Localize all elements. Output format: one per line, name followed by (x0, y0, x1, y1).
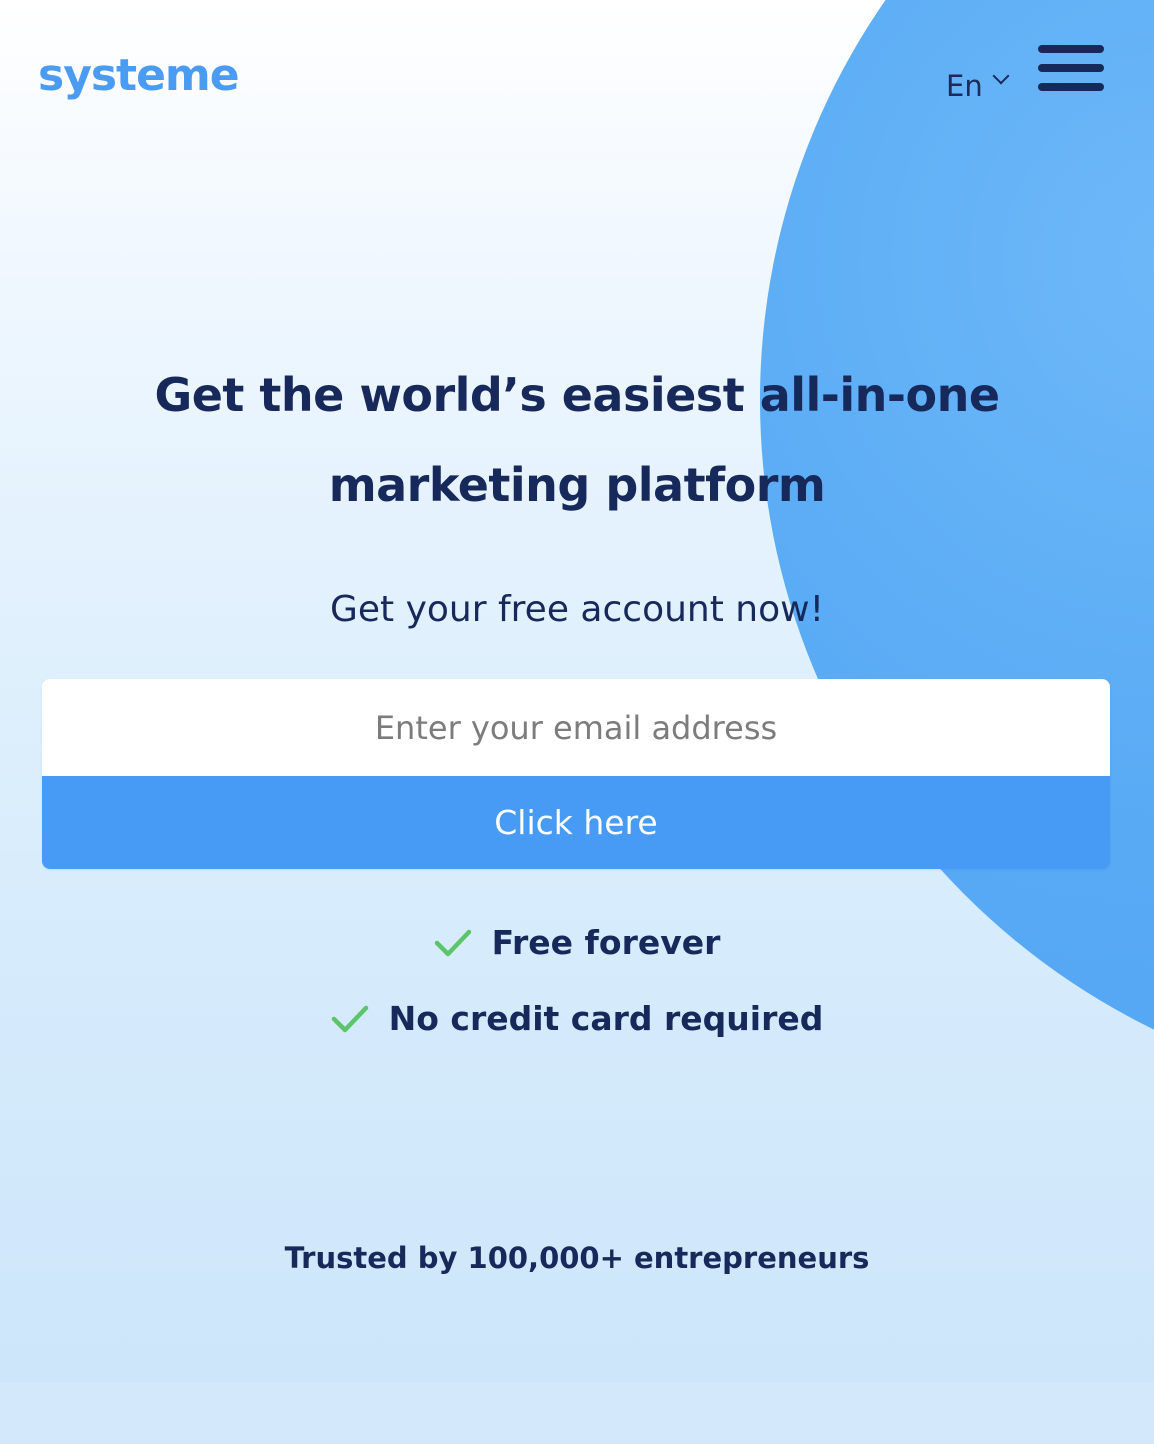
site-header: systeme En (0, 0, 1154, 140)
page-subheadline: Get your free account now! (330, 589, 824, 630)
hamburger-menu-icon[interactable] (1038, 45, 1104, 91)
hamburger-line (1038, 64, 1104, 72)
check-icon (331, 1005, 368, 1033)
check-icon (434, 929, 471, 957)
trusted-by-text: Trusted by 100,000+ entrepreneurs (284, 1241, 870, 1275)
feature-text: Free forever (491, 923, 721, 962)
feature-list: Free forever No credit card required (0, 915, 1154, 1067)
email-input[interactable] (42, 679, 1110, 776)
feature-item-no-credit-card: No credit card required (0, 991, 1154, 1047)
language-label: En (946, 69, 983, 103)
signup-form: Click here (42, 679, 1110, 869)
landing-page: systeme En Get the world’s easiest all-i… (0, 0, 1154, 1444)
bottom-strip (0, 1382, 1154, 1444)
click-here-button[interactable]: Click here (42, 776, 1110, 869)
hamburger-line (1038, 83, 1104, 91)
hero-section: Get the world’s easiest all-in-one marke… (0, 350, 1154, 530)
systeme-logo[interactable]: systeme (38, 48, 240, 104)
feature-text: No credit card required (388, 999, 824, 1038)
feature-item-free-forever: Free forever (0, 915, 1154, 971)
chevron-down-icon (992, 67, 1010, 85)
language-selector[interactable]: En (946, 64, 1010, 108)
hamburger-line (1038, 45, 1104, 53)
page-headline: Get the world’s easiest all-in-one marke… (154, 368, 1000, 512)
